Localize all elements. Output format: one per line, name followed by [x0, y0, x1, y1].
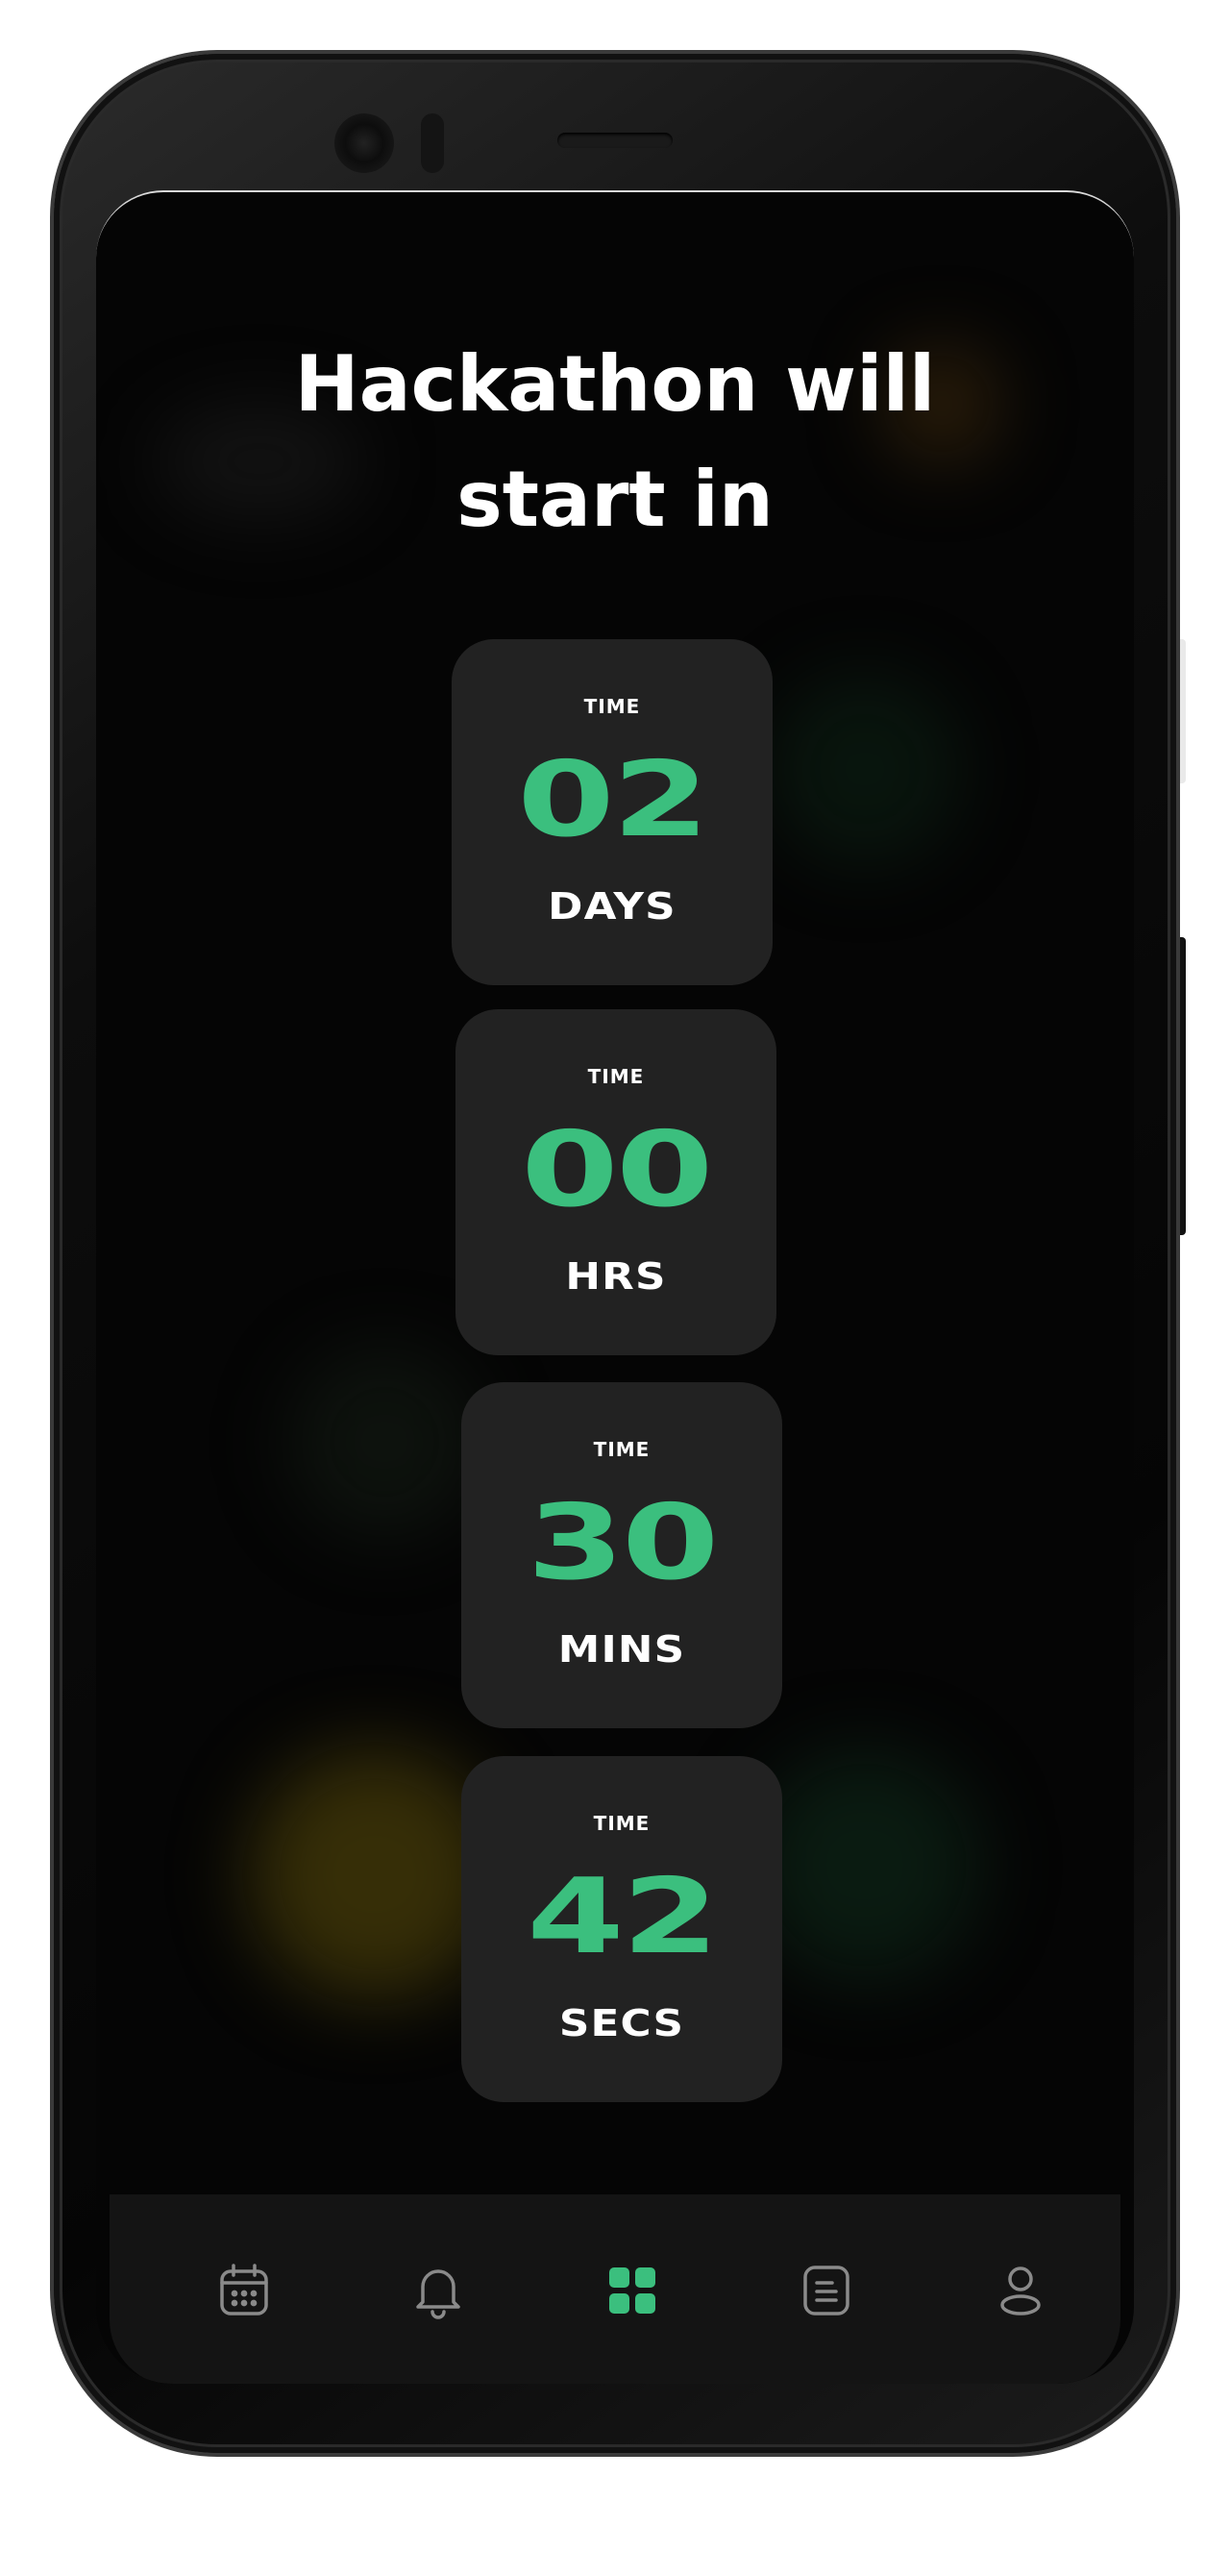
- countdown-unit: DAYS: [548, 885, 676, 928]
- nav-calendar[interactable]: [206, 2252, 283, 2329]
- countdown-label: TIME: [593, 1812, 651, 1835]
- front-camera-icon: [334, 113, 394, 173]
- earpiece-speaker: [557, 133, 673, 148]
- nav-dashboard[interactable]: [594, 2252, 671, 2329]
- countdown-card-minutes: TIME 30 MINS: [461, 1382, 782, 1728]
- document-icon: [803, 2266, 849, 2316]
- device-mockup: Hackathon will start in TIME 02 DAYS TIM…: [0, 0, 1230, 2576]
- countdown-unit: MINS: [557, 1628, 686, 1671]
- bell-icon: [416, 2269, 460, 2319]
- nav-profile[interactable]: [982, 2252, 1059, 2329]
- countdown-card-hours: TIME 00 HRS: [455, 1009, 776, 1355]
- countdown-label: TIME: [583, 695, 641, 718]
- profile-icon: [1000, 2266, 1041, 2316]
- dashboard-grid-icon: [609, 2267, 655, 2314]
- nav-documents[interactable]: [788, 2252, 865, 2329]
- calendar-icon: [220, 2264, 268, 2316]
- page-title-line-1: Hackathon will: [294, 339, 936, 429]
- countdown-card-seconds: TIME 42 SECS: [461, 1756, 782, 2102]
- countdown-value: 02: [517, 740, 709, 860]
- countdown-value: 30: [527, 1483, 719, 1603]
- countdown-unit: HRS: [565, 1255, 667, 1298]
- countdown-label: TIME: [593, 1438, 651, 1461]
- nav-notifications[interactable]: [400, 2252, 477, 2329]
- page-title-line-2: start in: [456, 455, 774, 544]
- countdown-unit: SECS: [558, 2002, 685, 2044]
- countdown-label: TIME: [587, 1065, 645, 1088]
- countdown-value: 42: [527, 1857, 719, 1977]
- bottom-navigation: [110, 2194, 1120, 2384]
- countdown-value: 00: [521, 1110, 713, 1230]
- app-screen: Hackathon will start in TIME 02 DAYS TIM…: [96, 190, 1134, 2384]
- page-title: Hackathon will start in: [96, 327, 1134, 557]
- proximity-sensor: [421, 113, 444, 173]
- countdown-card-days: TIME 02 DAYS: [452, 639, 773, 985]
